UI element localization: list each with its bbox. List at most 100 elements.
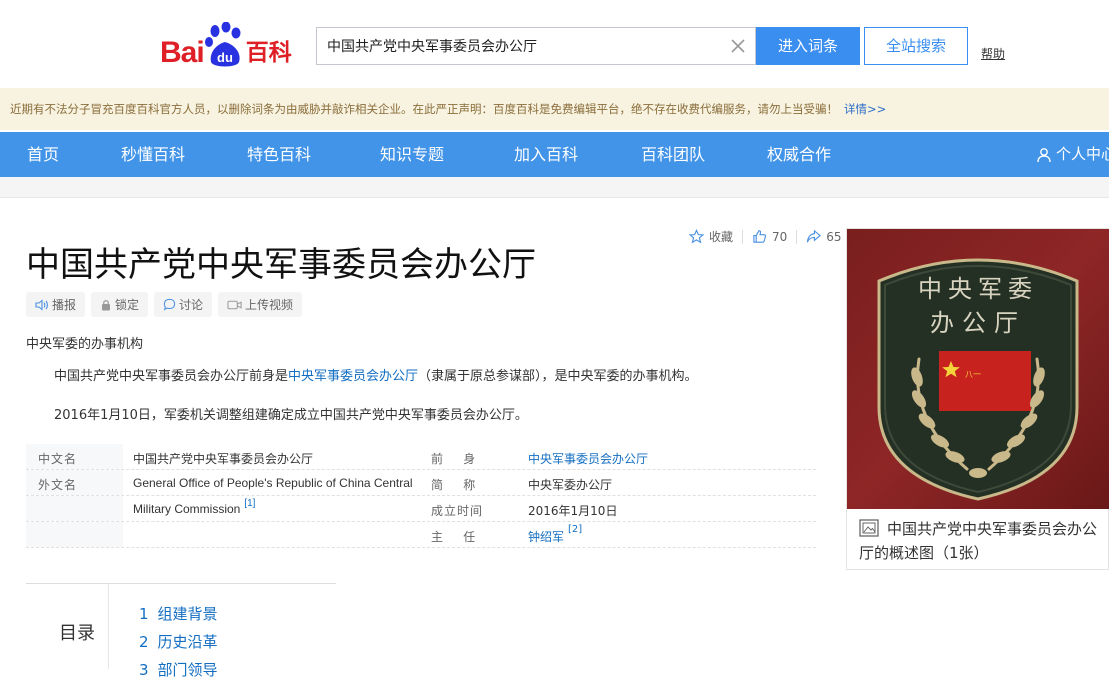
nav-item-topics[interactable]: 知识专题 bbox=[380, 132, 444, 177]
nav-item-home[interactable]: 首页 bbox=[27, 132, 59, 177]
header: Bai du 百科 进入词条 全站搜索 帮助 bbox=[0, 0, 1109, 88]
info-value-foreign-name-line2: Military Commission [1] bbox=[133, 498, 255, 516]
paw-icon: du bbox=[204, 21, 245, 68]
nav-item-miaodong[interactable]: 秒懂百科 bbox=[121, 132, 185, 177]
toc-item-label: 历史沿革 bbox=[157, 633, 218, 651]
badge-line1: 中央军委 bbox=[918, 275, 1038, 303]
lock-icon bbox=[102, 299, 111, 310]
entry-subtitle: 中央军委的办事机构 bbox=[26, 337, 144, 352]
foreign-name-line2: Military Commission bbox=[133, 502, 241, 516]
info-key-chinese-name: 中文名 bbox=[38, 452, 78, 466]
discuss-button[interactable]: 讨论 bbox=[154, 292, 213, 317]
badge-line2: 办公厅 bbox=[930, 309, 1026, 337]
lock-button[interactable]: 锁定 bbox=[91, 292, 149, 317]
site-search-button[interactable]: 全站搜索 bbox=[864, 27, 968, 65]
reference-1[interactable]: [1] bbox=[244, 498, 255, 509]
user-icon bbox=[1037, 147, 1051, 162]
share-count: 65 bbox=[826, 229, 842, 244]
chat-bubble-icon bbox=[163, 298, 176, 311]
info-key-predecessor: 前 身 bbox=[431, 452, 477, 466]
director-link[interactable]: 钟绍军 bbox=[528, 530, 564, 544]
summary-image[interactable]: 中央军委 办公厅 八一 bbox=[847, 229, 1109, 509]
collect-button[interactable]: 收藏 bbox=[689, 228, 733, 245]
toc-item-history[interactable]: 2 历史沿革 bbox=[139, 631, 218, 652]
nav-item-team[interactable]: 百科团队 bbox=[641, 132, 705, 177]
table-of-contents: 目录 1 组建背景 2 历史沿革 3 部门领导 bbox=[26, 583, 336, 679]
nav-item-featured[interactable]: 特色百科 bbox=[247, 132, 311, 177]
info-key-founded: 成立时间 bbox=[431, 504, 484, 518]
notice-bar: 近期有不法分子冒充百度百科官方人员，以删除词条为由威胁并敲诈相关企业。在此严正声… bbox=[0, 88, 1109, 130]
info-key-foreign-name: 外文名 bbox=[38, 478, 78, 492]
broadcast-button[interactable]: 播报 bbox=[26, 292, 86, 317]
share-button[interactable]: 65 bbox=[806, 229, 842, 244]
toc-title: 目录 bbox=[59, 623, 95, 644]
reference-2[interactable]: [2] bbox=[568, 524, 582, 535]
divider bbox=[796, 229, 798, 244]
upload-video-button[interactable]: 上传视频 bbox=[218, 292, 303, 317]
summary-album: 中央军委 办公厅 八一 中国共产党中央军事委员会办公厅的概述图（1张） bbox=[846, 228, 1109, 570]
info-value-foreign-name: General Office of People's Republic of C… bbox=[133, 476, 413, 490]
album-caption[interactable]: 中国共产党中央军事委员会办公厅的概述图（1张） bbox=[859, 517, 1104, 565]
info-value-abbr: 中央军委办公厅 bbox=[528, 478, 613, 492]
lock-label: 锁定 bbox=[115, 298, 140, 312]
info-key-shade bbox=[26, 522, 123, 547]
toc-item-number: 3 bbox=[139, 661, 149, 679]
like-button[interactable]: 70 bbox=[752, 229, 787, 244]
toc-item-label: 部门领导 bbox=[157, 661, 218, 679]
image-gallery-icon bbox=[859, 519, 879, 537]
enter-entry-button[interactable]: 进入词条 bbox=[756, 27, 860, 65]
close-icon[interactable] bbox=[729, 37, 747, 55]
album-caption-text: 中国共产党中央军事委员会办公厅的概述图（1张） bbox=[859, 520, 1098, 562]
toc-head: 目录 bbox=[26, 584, 109, 669]
share-icon bbox=[807, 229, 822, 243]
user-center-label: 个人中心 bbox=[1056, 145, 1109, 163]
svg-text:八一: 八一 bbox=[965, 370, 981, 379]
summary-paragraph-2: 2016年1月10日，军委机关调整组建确定成立中国共产党中央军事委员会办公厅。 bbox=[54, 408, 528, 423]
toc-item-number: 1 bbox=[139, 605, 149, 623]
page-title: 中国共产党中央军事委员会办公厅 bbox=[26, 245, 536, 285]
help-link[interactable]: 帮助 bbox=[981, 45, 1005, 62]
broadcast-label: 播报 bbox=[52, 298, 77, 312]
summary-text: （隶属于原总参谋部），是中央军委的办事机构。 bbox=[418, 369, 698, 384]
summary-paragraph-1: 中国共产党中央军事委员会办公厅前身是中央军事委员会办公厅（隶属于原总参谋部），是… bbox=[54, 365, 698, 384]
like-count: 70 bbox=[772, 229, 788, 244]
info-value-chinese-name: 中国共产党中央军事委员会办公厅 bbox=[133, 452, 314, 466]
notice-details-link[interactable]: 详情>> bbox=[844, 102, 886, 116]
main-nav: 首页 秒懂百科 特色百科 知识专题 加入百科 百科团队 权威合作 个人中心 bbox=[0, 132, 1109, 177]
info-key-director: 主 任 bbox=[431, 530, 477, 544]
video-camera-icon bbox=[227, 300, 242, 309]
toc-item-label: 组建背景 bbox=[157, 605, 218, 623]
logo-baike-text: 百科 bbox=[245, 40, 292, 66]
upload-video-label: 上传视频 bbox=[245, 298, 294, 312]
predecessor-link[interactable]: 中央军事委员会办公厅 bbox=[288, 369, 418, 384]
info-key-shade bbox=[26, 496, 123, 521]
info-value-director-wrap: 钟绍军 [2] bbox=[528, 524, 582, 545]
logo-bai-text: Bai bbox=[160, 36, 205, 69]
user-center-link[interactable]: 个人中心 bbox=[1036, 132, 1109, 177]
logo-du-text: du bbox=[217, 50, 233, 65]
discuss-label: 讨论 bbox=[179, 298, 204, 312]
search-box bbox=[316, 27, 756, 65]
toc-item-background[interactable]: 1 组建背景 bbox=[139, 603, 218, 624]
entry-tools: 播报 锁定 讨论 上传视频 bbox=[26, 292, 308, 317]
baidu-baike-logo[interactable]: Bai du 百科 bbox=[160, 20, 292, 68]
nav-shadow-band bbox=[0, 177, 1109, 198]
entry-actions: 收藏 70 65 bbox=[689, 228, 842, 245]
notice-text: 近期有不法分子冒充百度百科官方人员，以删除词条为由威胁并敲诈相关企业。在此严正声… bbox=[10, 102, 838, 116]
divider bbox=[742, 229, 744, 244]
summary-text: 中国共产党中央军事委员会办公厅前身是 bbox=[54, 369, 289, 384]
notice-text-wrap: 近期有不法分子冒充百度百科官方人员，以删除词条为由威胁并敲诈相关企业。在此严正声… bbox=[10, 101, 886, 117]
collect-label: 收藏 bbox=[709, 230, 734, 244]
star-icon bbox=[689, 229, 704, 244]
nav-item-join[interactable]: 加入百科 bbox=[514, 132, 578, 177]
info-value-founded: 2016年1月10日 bbox=[528, 504, 618, 518]
nav-item-partners[interactable]: 权威合作 bbox=[767, 132, 831, 177]
speaker-icon bbox=[35, 298, 48, 311]
info-key-abbr: 简 称 bbox=[431, 478, 477, 492]
toc-item-number: 2 bbox=[139, 633, 149, 651]
toc-item-leaders[interactable]: 3 部门领导 bbox=[139, 659, 218, 680]
thumbs-up-icon bbox=[753, 230, 767, 243]
info-value-predecessor[interactable]: 中央军事委员会办公厅 bbox=[528, 450, 648, 467]
info-row bbox=[26, 522, 816, 548]
search-input[interactable] bbox=[317, 28, 717, 64]
